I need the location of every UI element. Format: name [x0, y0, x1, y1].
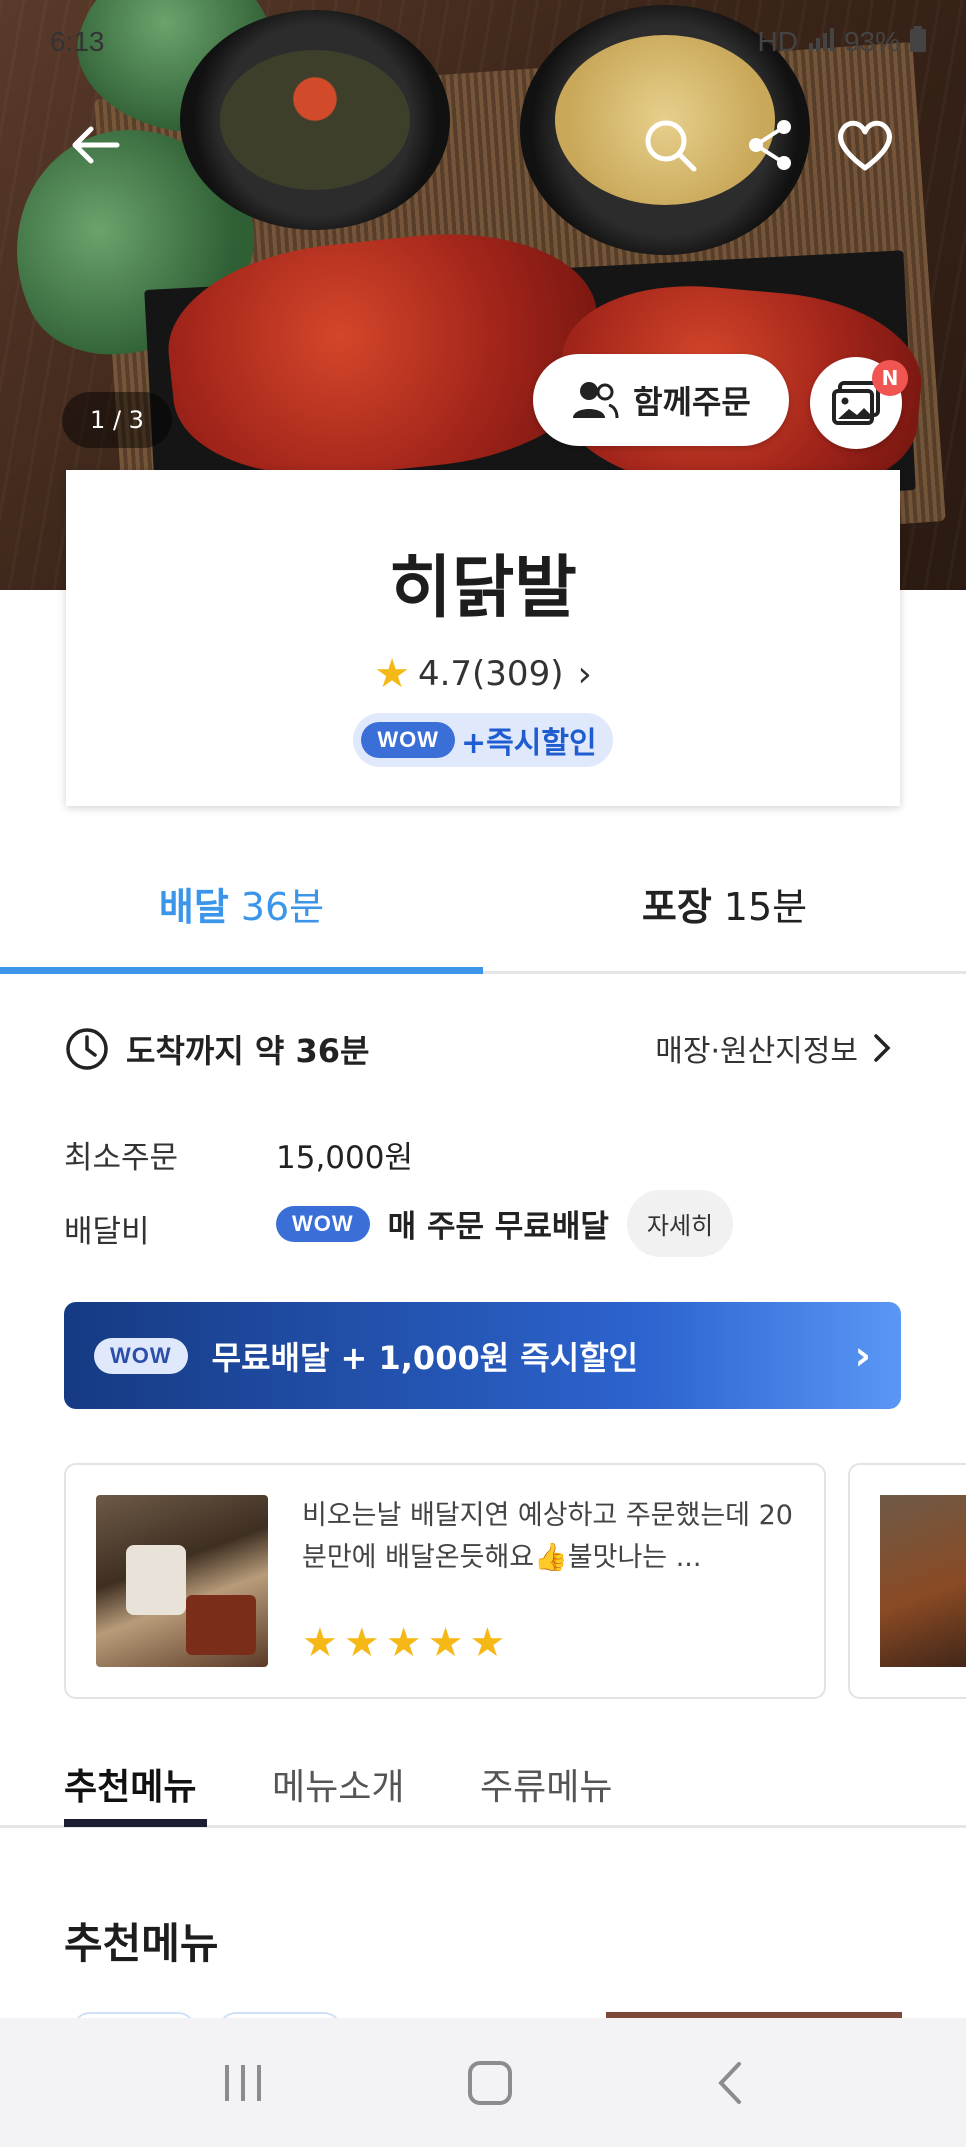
store-info-link[interactable]: 매장·원산지정보 — [655, 1026, 892, 1070]
min-order-label: 최소주문 — [64, 1140, 179, 1176]
share-button[interactable] — [740, 115, 800, 175]
recent-apps-button[interactable] — [221, 2061, 265, 2105]
home-button[interactable] — [467, 2060, 513, 2106]
tab-delivery[interactable]: 배달 36분 — [0, 836, 483, 974]
review-photo — [96, 1495, 268, 1667]
tab-delivery-label: 배달 — [158, 885, 229, 929]
active-tab-indicator — [64, 1819, 207, 1827]
eta-info: 도착까지 약 36분 — [64, 1026, 369, 1072]
recent-apps-icon — [225, 2064, 261, 2101]
signal-icon — [808, 26, 834, 58]
review-photo — [880, 1495, 966, 1667]
section-title: 추천메뉴 — [64, 1919, 219, 1968]
tab-drinks-menu[interactable]: 주류메뉴 — [480, 1758, 612, 1810]
arrow-left-icon — [72, 126, 120, 164]
wow-discount-badge: WOW +즉시할인 — [353, 713, 613, 767]
delivery-fee-value: WOW 매 주문 무료배달 자세히 — [276, 1190, 734, 1257]
wow-banner-text: 무료배달 + 1,000원 즉시할인 — [211, 1338, 639, 1377]
review-stars: ★★★★★ — [302, 1620, 512, 1666]
details-button[interactable]: 자세히 — [626, 1190, 734, 1257]
wow-promo-banner[interactable]: WOW 무료배달 + 1,000원 즉시할인 › — [64, 1302, 901, 1409]
tab-pickup[interactable]: 포장 15분 — [483, 836, 966, 971]
wow-tag: WOW — [361, 722, 456, 758]
store-card: 히닭발 ★ 4.7(309) › WOW +즉시할인 — [66, 470, 900, 806]
users-icon — [573, 382, 619, 419]
wow-tag: WOW — [276, 1205, 370, 1242]
tab-pickup-time: 15분 — [723, 885, 808, 929]
review-card-next[interactable] — [848, 1463, 966, 1699]
tab-recommended-menu[interactable]: 추천메뉴 — [64, 1758, 196, 1810]
photo-gallery-icon — [832, 381, 880, 425]
delivery-fee-label: 배달비 — [64, 1214, 150, 1250]
review-card[interactable]: 비오는날 배달지연 예상하고 주문했는데 20분만에 배달온듯해요👍불맛나는 .… — [64, 1463, 826, 1699]
eta-text: 도착까지 약 36분 — [126, 1032, 370, 1070]
tab-delivery-time: 36분 — [240, 885, 325, 929]
tab-menu-intro[interactable]: 메뉴소개 — [272, 1758, 404, 1810]
status-time: 6:13 — [50, 26, 105, 57]
rating-value: 4.7(309) — [417, 654, 564, 694]
delivery-type-tabs: 배달 36분 포장 15분 — [0, 836, 966, 974]
search-icon — [645, 120, 697, 172]
chevron-left-icon — [718, 2061, 741, 2104]
search-button[interactable] — [640, 115, 700, 175]
store-info-label: 매장·원산지정보 — [655, 1034, 858, 1069]
wow-tag: WOW — [94, 1337, 188, 1374]
share-icon — [749, 120, 791, 170]
chevron-right-icon — [874, 1034, 891, 1062]
image-counter: 1 / 3 — [62, 392, 172, 448]
battery-level: 93% — [843, 26, 900, 57]
star-icon: ★ — [374, 651, 410, 697]
chevron-right-icon: › — [854, 1332, 871, 1379]
network-indicator: HD — [757, 26, 798, 57]
wow-promo-text: +즉시할인 — [461, 726, 597, 761]
min-order-value: 15,000원 — [276, 1140, 413, 1176]
heart-icon — [838, 120, 892, 171]
tab-pickup-label: 포장 — [641, 885, 712, 929]
store-name: 히닭발 — [389, 549, 577, 628]
free-delivery-text: 매 주문 무료배달 — [387, 1209, 609, 1245]
system-nav-bar — [0, 2018, 966, 2147]
status-bar: 6:13 HD 93% — [50, 22, 926, 62]
clock-icon — [66, 1028, 108, 1070]
home-icon — [468, 2060, 512, 2105]
favorite-button[interactable] — [833, 115, 897, 175]
chevron-right-icon: › — [577, 653, 592, 695]
menu-tabs: 추천메뉴 메뉴소개 주류메뉴 — [0, 1728, 966, 1828]
new-badge: N — [872, 360, 908, 396]
together-order-button[interactable]: 함께주문 — [533, 354, 789, 446]
system-back-button[interactable] — [715, 2060, 745, 2106]
back-button[interactable] — [65, 115, 125, 175]
together-order-label: 함께주문 — [633, 383, 751, 421]
battery-icon — [910, 25, 926, 59]
review-text: 비오는날 배달지연 예상하고 주문했는데 20분만에 배달온듯해요👍불맛나는 .… — [302, 1500, 793, 1573]
store-rating[interactable]: ★ 4.7(309) › — [66, 651, 900, 697]
